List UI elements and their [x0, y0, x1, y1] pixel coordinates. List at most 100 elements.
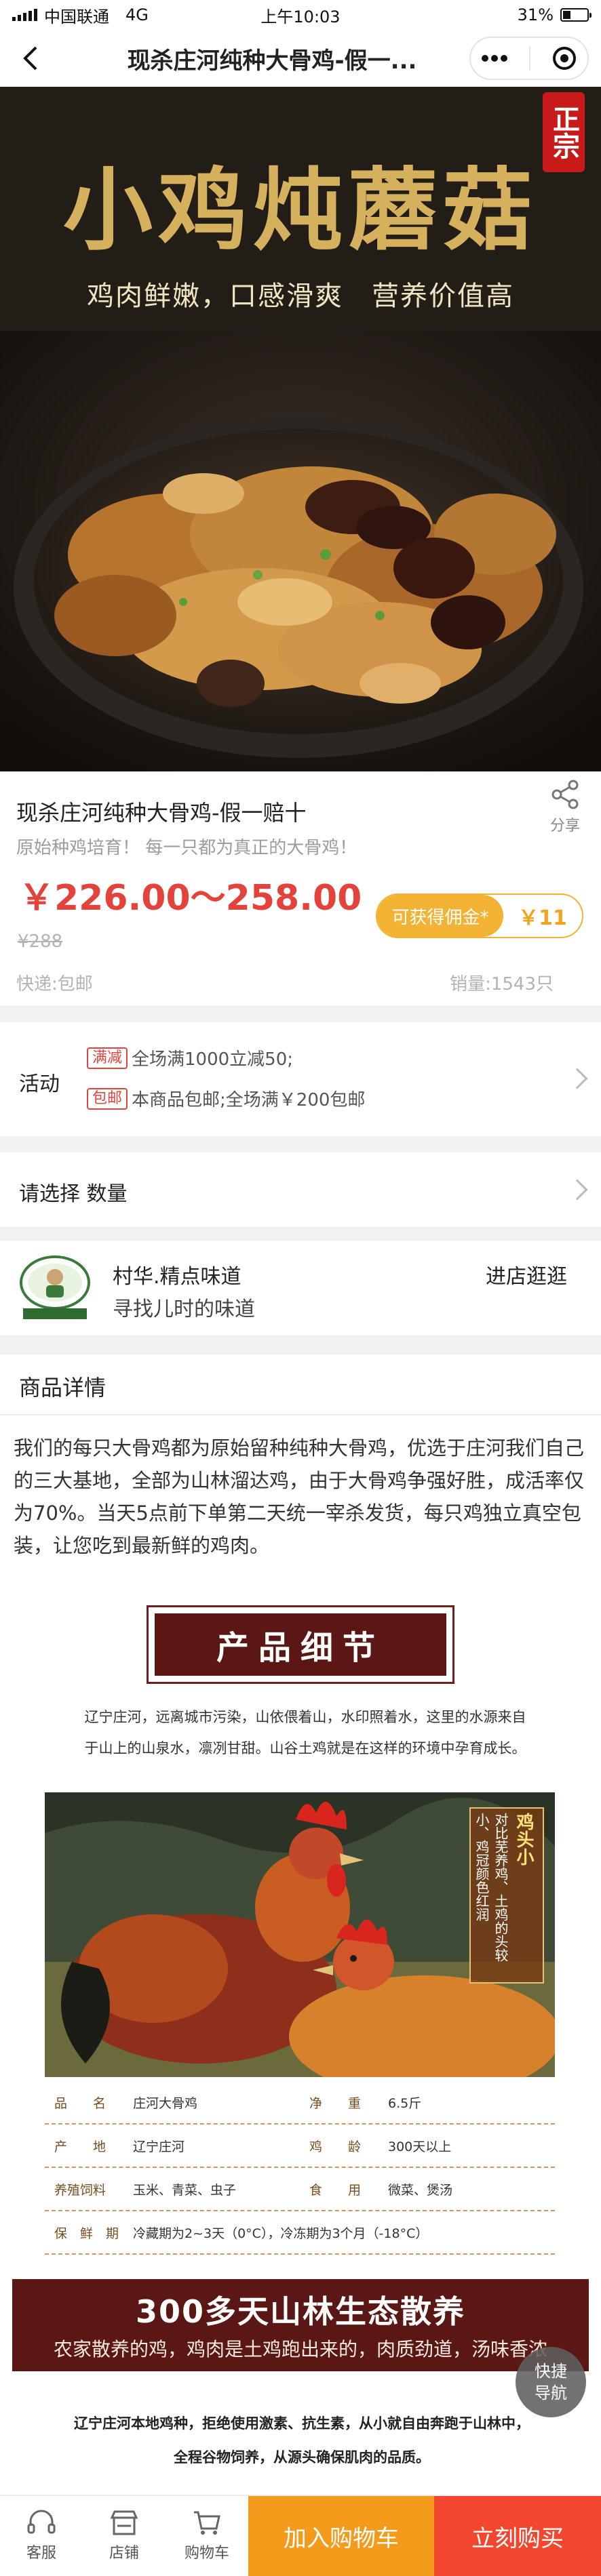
commission-badge[interactable]: 可获得佣金* ￥11: [376, 893, 583, 938]
spec-row: 保 鲜 期 冷藏期为2~3天（0°C），冷冻期为3个月（-18°C）: [45, 2211, 555, 2255]
nav-bar: 现杀庄河纯种大骨鸡-假一...: [0, 30, 601, 87]
more-icon[interactable]: [481, 54, 508, 62]
detail-title: 商品详情: [19, 1375, 106, 1401]
activity-item: 满减 全场满1000立减50;: [87, 1045, 293, 1070]
poster-text-line: 于山上的山泉水，凛冽甘甜。山谷土鸡就是在这样的环境中孕育成长。: [84, 1740, 526, 1756]
spec-key: 保 鲜 期: [54, 2226, 119, 2241]
product-name: 现杀庄河纯种大骨鸡-假一赔十: [16, 800, 307, 826]
cart-button[interactable]: 购物车: [166, 2496, 248, 2576]
spec-row: 品 名 庄河大骨鸡 净 重 6.5斤: [45, 2081, 555, 2125]
section-divider: [0, 1136, 601, 1152]
spec-value: 6.5斤: [388, 2095, 422, 2111]
share-label: 分享: [549, 818, 580, 834]
activity-row[interactable]: 活动 满减 全场满1000立减50; 包邮 本商品包邮;全场满￥200包邮: [0, 1022, 601, 1136]
shop-logo-icon: [20, 1255, 90, 1319]
spec-key: 产 地: [54, 2139, 106, 2154]
spec-key: 食 用: [309, 2182, 362, 2198]
status-bar: 中国联通 4G 上午10:03 31%: [0, 0, 601, 30]
spec-row: 产 地 辽宁庄河 鸡 龄 300天以上: [45, 2125, 555, 2168]
section-divider: [0, 1335, 601, 1354]
quantity-select-row[interactable]: 请选择 数量: [0, 1152, 601, 1227]
share-icon: [551, 780, 579, 809]
commission-label: 可获得佣金*: [377, 895, 503, 937]
quick-nav-label: 快捷导航: [535, 2362, 567, 2402]
price-range: ￥226.00～258.00: [19, 878, 362, 919]
add-to-cart-button[interactable]: 加入购物车: [248, 2496, 434, 2576]
spec-value: 玉米、青菜、虫子: [133, 2182, 237, 2198]
spec-row: 养殖饲料 玉米、青菜、虫子 食 用 微菜、煲汤: [45, 2168, 555, 2211]
activity-text: 全场满1000立减50;: [132, 1049, 294, 1070]
hero-title: 小鸡炖蘑菇: [63, 158, 538, 263]
callout-heading: 鸡头小: [513, 1813, 534, 1866]
store-label: 店铺: [109, 2545, 139, 2562]
spec-key: 养殖饲料: [54, 2182, 106, 2198]
shop-name: 村华.精点味道: [113, 1265, 241, 1289]
detail-poster: 产品细节 辽宁庄河，远离城市污染，山依偎着山，水印照着水，这里的水源来自 于山上…: [0, 1593, 601, 2576]
spec-value: 辽宁庄河: [133, 2139, 185, 2154]
spec-value: 庄河大骨鸡: [133, 2095, 198, 2111]
eco-banner: 300多天山林生态散养 农家散养的鸡，鸡肉是土鸡跑出来的，肉质劲道，汤味香浓: [12, 2279, 589, 2371]
eco-subheading: 农家散养的鸡，鸡肉是土鸡跑出来的，肉质劲道，汤味香浓: [53, 2338, 547, 2360]
headset-icon: [27, 2510, 56, 2534]
select-label: 请选择 数量: [19, 1182, 128, 1206]
battery-percent: 31%: [517, 5, 554, 24]
original-price: ¥288: [18, 931, 63, 952]
carrier-name: 中国联通: [44, 7, 109, 26]
cart-label: 购物车: [184, 2545, 229, 2562]
store-button[interactable]: 店铺: [83, 2496, 166, 2576]
shipping-info: 快递:包邮: [16, 974, 93, 994]
spec-key: 净 重: [309, 2095, 362, 2111]
sales-count: 销量:1543只: [450, 974, 554, 994]
farm-text-line: 辽宁庄河本地鸡种，拒绝使用激素、抗生素，从小就自由奔跑于山林中，: [74, 2415, 530, 2432]
activity-tag: 包邮: [87, 1087, 128, 1110]
poster-title-frame: 产品细节: [147, 1605, 454, 1684]
product-description: 原始种鸡培育！ 每一只都为真正的大骨鸡！: [16, 838, 357, 858]
activity-tag: 满减: [87, 1047, 128, 1069]
product-hero-image[interactable]: 小鸡炖蘑菇 鸡肉鲜嫩，口感滑爽 营养价值高 正宗: [0, 87, 601, 771]
section-divider: [0, 1005, 601, 1022]
close-target-icon[interactable]: [551, 45, 577, 71]
spec-key: 品 名: [54, 2095, 106, 2111]
callout-box: 小、鸡冠颜色红润 对比芜养鸡、土鸡的头较 鸡头小: [469, 1807, 544, 1984]
customer-service-button[interactable]: 客服: [0, 2496, 83, 2576]
buy-now-button[interactable]: 立刻购买: [434, 2496, 601, 2576]
farm-text-line: 全程谷物饲养，从源头确保肌肉的品质。: [174, 2449, 430, 2466]
hero-subtitle: 鸡肉鲜嫩，口感滑爽 营养价值高: [87, 281, 514, 312]
back-arrow-icon: [23, 46, 37, 71]
callout-text: 小、鸡冠颜色红润: [473, 1813, 490, 1921]
page-title: 现杀庄河纯种大骨鸡-假一...: [127, 47, 417, 75]
authentic-badge: 正宗: [543, 92, 585, 172]
battery-icon: [560, 8, 592, 22]
spec-table: 品 名 庄河大骨鸡 净 重 6.5斤 产 地 辽宁庄河 鸡 龄 300天以上 养…: [45, 2081, 555, 2255]
capsule-divider: [528, 46, 530, 71]
chevron-right-icon: [566, 1068, 588, 1089]
rooster-photo: 小、鸡冠颜色红润 对比芜养鸡、土鸡的头较 鸡头小: [45, 1792, 555, 2077]
spec-value: 冷藏期为2~3天（0°C），冷冻期为3个月（-18°C）: [133, 2226, 429, 2241]
activity-text: 本商品包邮;全场满￥200包邮: [132, 1090, 366, 1110]
quick-nav-button[interactable]: 快捷导航: [516, 2347, 586, 2417]
bottom-action-bar: 客服 店铺 购物车 加入购物车 立刻购买: [0, 2495, 601, 2576]
store-icon: [110, 2510, 138, 2535]
network-type: 4G: [125, 5, 149, 24]
app-root: 中国联通 4G 上午10:03 31% 现杀庄河纯种大骨鸡-假一... 小鸡炖蘑…: [0, 0, 601, 2576]
poster-text-line: 辽宁庄河，远离城市污染，山依偎着山，水印照着水，这里的水源来自: [84, 1709, 526, 1725]
spec-key: 鸡 龄: [309, 2139, 362, 2154]
back-button[interactable]: [0, 30, 61, 87]
section-divider: [0, 1227, 601, 1241]
service-label: 客服: [26, 2545, 56, 2562]
callout-text: 对比芜养鸡、土鸡的头较: [492, 1813, 509, 1962]
detail-section-header: 商品详情: [0, 1354, 601, 1415]
mini-program-capsule: [469, 37, 589, 80]
signal-icon: [12, 9, 37, 21]
poster-title: 产品细节: [155, 1613, 446, 1676]
spec-value: 300天以上: [388, 2139, 452, 2154]
product-info: 现杀庄河纯种大骨鸡-假一赔十 分享 原始种鸡培育！ 每一只都为真正的大骨鸡！ ￥…: [0, 771, 601, 1005]
enter-shop-button[interactable]: 进店逛逛: [486, 1260, 567, 1289]
cart-icon: [194, 2511, 220, 2535]
activity-label: 活动: [19, 1072, 60, 1096]
commission-value: ￥11: [518, 906, 567, 930]
badge-text: 正宗: [548, 105, 579, 159]
share-button[interactable]: 分享: [541, 780, 589, 835]
detail-intro-text: 我们的每只大骨鸡都为原始留种纯种大骨鸡，优选于庄河我们自己的三大基地，全部为山林…: [14, 1436, 585, 1557]
shop-card[interactable]: 村华.精点味道 寻找儿时的味道 进店逛逛: [0, 1241, 601, 1335]
